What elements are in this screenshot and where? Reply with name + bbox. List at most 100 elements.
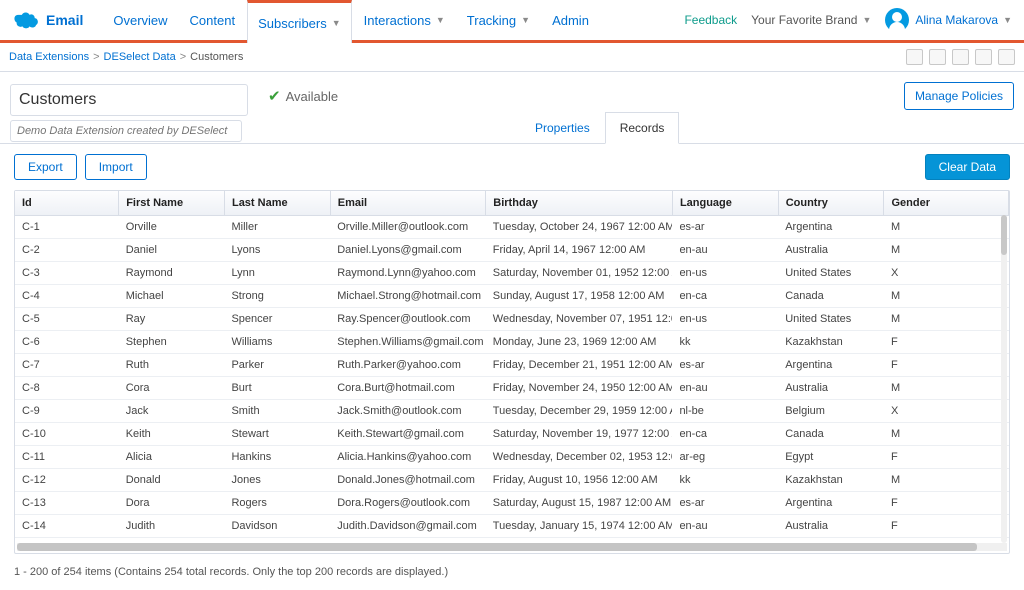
cell: Spencer bbox=[224, 308, 330, 331]
cell: Donald bbox=[119, 469, 225, 492]
table-row[interactable]: C-10KeithStewartKeith.Stewart@gmail.comS… bbox=[15, 423, 1009, 446]
col-country[interactable]: Country bbox=[778, 191, 884, 216]
print-icon[interactable] bbox=[975, 49, 992, 65]
nav-admin[interactable]: Admin bbox=[542, 0, 599, 40]
table-row[interactable]: C-1OrvilleMillerOrville.Miller@outlook.c… bbox=[15, 216, 1009, 239]
table-row[interactable]: C-5RaySpencerRay.Spencer@outlook.comWedn… bbox=[15, 308, 1009, 331]
nav-subscribers[interactable]: Subscribers▼ bbox=[247, 0, 352, 43]
cell: Parker bbox=[224, 354, 330, 377]
cell: Judith bbox=[119, 515, 225, 538]
crumb-data-extensions[interactable]: Data Extensions bbox=[9, 51, 89, 63]
col-birthday[interactable]: Birthday bbox=[486, 191, 673, 216]
col-last-name[interactable]: Last Name bbox=[224, 191, 330, 216]
col-first-name[interactable]: First Name bbox=[119, 191, 225, 216]
table-row[interactable]: C-11AliciaHankinsAlicia.Hankins@yahoo.co… bbox=[15, 446, 1009, 469]
brand-menu[interactable]: Your Favorite Brand▼ bbox=[751, 13, 871, 27]
cell: C-8 bbox=[15, 377, 119, 400]
cell: nl-be bbox=[672, 400, 778, 423]
export-button[interactable]: Export bbox=[14, 154, 77, 180]
cell: F bbox=[884, 492, 1009, 515]
table-row[interactable]: C-12DonaldJonesDonald.Jones@hotmail.comF… bbox=[15, 469, 1009, 492]
crumb-deselect-data[interactable]: DESelect Data bbox=[104, 51, 176, 63]
cell: Stephen.Williams@gmail.com bbox=[330, 331, 486, 354]
col-id[interactable]: Id bbox=[15, 191, 119, 216]
table-row[interactable]: C-7RuthParkerRuth.Parker@yahoo.comFriday… bbox=[15, 354, 1009, 377]
trash-icon[interactable] bbox=[998, 49, 1015, 65]
cell: Smith bbox=[224, 400, 330, 423]
table-row[interactable]: C-2DanielLyonsDaniel.Lyons@gmail.comFrid… bbox=[15, 239, 1009, 262]
cell: Saturday, November 01, 1952 12:00 AM bbox=[486, 262, 673, 285]
table-row[interactable]: C-8CoraBurtCora.Burt@hotmail.comFriday, … bbox=[15, 377, 1009, 400]
cell: en-au bbox=[672, 515, 778, 538]
popout-icon[interactable] bbox=[952, 49, 969, 65]
cell: Stephen bbox=[119, 331, 225, 354]
cell: kk bbox=[672, 469, 778, 492]
cell: Daniel bbox=[119, 239, 225, 262]
col-email[interactable]: Email bbox=[330, 191, 486, 216]
cell: F bbox=[884, 446, 1009, 469]
cell: United States bbox=[778, 262, 884, 285]
nav-interactions[interactable]: Interactions▼ bbox=[354, 0, 455, 40]
cell: Simone.Wells@yahoo.com bbox=[330, 538, 486, 542]
cell: en-ca bbox=[672, 423, 778, 446]
cell: Davidson bbox=[224, 515, 330, 538]
salesforce-logo bbox=[14, 11, 40, 29]
cell: Keith bbox=[119, 423, 225, 446]
cell: Michael bbox=[119, 285, 225, 308]
tab-properties[interactable]: Properties bbox=[520, 112, 605, 144]
table-row[interactable]: C-15SimoneWellsSimone.Wells@yahoo.comFri… bbox=[15, 538, 1009, 542]
cell: Ray.Spencer@outlook.com bbox=[330, 308, 486, 331]
cell: Canada bbox=[778, 285, 884, 308]
cell: en-us bbox=[672, 538, 778, 542]
wifi-icon[interactable] bbox=[906, 49, 923, 65]
cell: Dora.Rogers@outlook.com bbox=[330, 492, 486, 515]
scroll-thumb[interactable] bbox=[17, 543, 977, 551]
cell: Burt bbox=[224, 377, 330, 400]
table-row[interactable]: C-9JackSmithJack.Smith@outlook.comTuesda… bbox=[15, 400, 1009, 423]
avatar bbox=[885, 8, 909, 32]
cell: Friday, December 21, 1951 12:00 AM bbox=[486, 354, 673, 377]
cell: Australia bbox=[778, 239, 884, 262]
cell: Raymond.Lynn@yahoo.com bbox=[330, 262, 486, 285]
cell: C-5 bbox=[15, 308, 119, 331]
table-row[interactable]: C-4MichaelStrongMichael.Strong@hotmail.c… bbox=[15, 285, 1009, 308]
cell: Judith.Davidson@gmail.com bbox=[330, 515, 486, 538]
description-input[interactable] bbox=[10, 120, 242, 142]
cell: Strong bbox=[224, 285, 330, 308]
horizontal-scrollbar[interactable] bbox=[17, 543, 1007, 551]
tab-records[interactable]: Records bbox=[605, 112, 680, 144]
scroll-thumb[interactable] bbox=[1001, 215, 1007, 255]
import-button[interactable]: Import bbox=[85, 154, 147, 180]
vertical-scrollbar[interactable] bbox=[1001, 215, 1007, 543]
cell: Jack bbox=[119, 400, 225, 423]
cell: Tuesday, December 29, 1959 12:00 AM bbox=[486, 400, 673, 423]
cell: en-us bbox=[672, 308, 778, 331]
user-menu[interactable]: Alina Makarova▼ bbox=[885, 8, 1012, 32]
cell: M bbox=[884, 239, 1009, 262]
cell: Michael.Strong@hotmail.com bbox=[330, 285, 486, 308]
cell: Friday, January 12, 1945 12:00 AM bbox=[486, 538, 673, 542]
table-row[interactable]: C-13DoraRogersDora.Rogers@outlook.comSat… bbox=[15, 492, 1009, 515]
col-language[interactable]: Language bbox=[672, 191, 778, 216]
app-name: Email bbox=[46, 12, 83, 28]
feedback-link[interactable]: Feedback bbox=[684, 13, 737, 27]
clear-data-button[interactable]: Clear Data bbox=[925, 154, 1010, 180]
top-nav: Email OverviewContentSubscribers▼Interac… bbox=[0, 0, 1024, 43]
cell: Ruth bbox=[119, 354, 225, 377]
manage-policies-button[interactable]: Manage Policies bbox=[904, 82, 1014, 110]
crumb-customers: Customers bbox=[190, 51, 243, 63]
expand-icon[interactable] bbox=[929, 49, 946, 65]
table-row[interactable]: C-6StephenWilliamsStephen.Williams@gmail… bbox=[15, 331, 1009, 354]
nav-overview[interactable]: Overview bbox=[103, 0, 177, 40]
title-input[interactable] bbox=[10, 84, 248, 116]
col-gender[interactable]: Gender bbox=[884, 191, 1009, 216]
cell: Alicia.Hankins@yahoo.com bbox=[330, 446, 486, 469]
cell: Friday, August 10, 1956 12:00 AM bbox=[486, 469, 673, 492]
nav-tracking[interactable]: Tracking▼ bbox=[457, 0, 540, 40]
records-table: IdFirst NameLast NameEmailBirthdayLangua… bbox=[14, 190, 1010, 554]
table-row[interactable]: C-14JudithDavidsonJudith.Davidson@gmail.… bbox=[15, 515, 1009, 538]
table-row[interactable]: C-3RaymondLynnRaymond.Lynn@yahoo.comSatu… bbox=[15, 262, 1009, 285]
nav-content[interactable]: Content bbox=[180, 0, 246, 40]
cell: Orville bbox=[119, 216, 225, 239]
check-icon: ✔ bbox=[268, 87, 281, 105]
